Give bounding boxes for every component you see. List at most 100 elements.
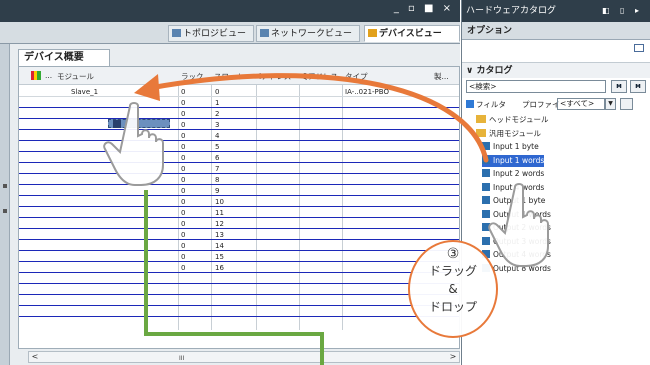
topology-icon — [172, 29, 181, 37]
header-i-address[interactable]: Iアドレス — [259, 71, 291, 82]
tab-network-view[interactable]: ネットワークビュー — [256, 25, 360, 42]
header-slot[interactable]: スロット — [214, 71, 244, 82]
cell-slot: 5 — [215, 143, 220, 151]
catalog-tree-item[interactable]: Output 1 words — [482, 209, 551, 221]
search-up-icon[interactable]: ᴍ — [630, 80, 646, 93]
header-type[interactable]: タイプ — [345, 71, 368, 82]
filter-checkbox[interactable]: フィルタ — [466, 99, 506, 111]
header-dots: ... — [45, 71, 53, 80]
catalog-section-header[interactable]: ∨ カタログ — [462, 62, 650, 78]
cell-slot: 15 — [215, 253, 224, 261]
cell-rack: 0 — [181, 253, 186, 261]
cell-rack: 0 — [181, 176, 186, 184]
catalog-tree-label: Output 4 words — [493, 250, 551, 259]
scroll-thumb[interactable]: III — [179, 355, 184, 362]
catalog-tree-label: ヘッドモジュール — [489, 115, 549, 124]
chevron-down-icon: ∨ — [466, 66, 477, 76]
table-row[interactable] — [19, 307, 459, 317]
cell-slot: 0 — [215, 88, 220, 96]
network-icon — [260, 29, 269, 37]
module-icon — [482, 155, 490, 164]
dragged-module-chip[interactable] — [108, 119, 170, 128]
filter-label: フィルタ — [476, 100, 506, 109]
options-section[interactable]: オプション — [462, 22, 650, 40]
collapse-marker — [3, 184, 7, 188]
catalog-tree-item[interactable]: Output 2 words — [482, 222, 551, 234]
catalog-tree-item[interactable]: Output 1 byte — [482, 195, 545, 207]
table-row[interactable]: Slave_1 0 0 IA-..021-PBO — [19, 87, 459, 97]
scroll-right-icon[interactable]: > — [447, 352, 459, 362]
table-row[interactable]: 04 — [19, 131, 459, 141]
module-icon — [482, 169, 490, 177]
checkbox-checked-icon[interactable] — [466, 100, 474, 108]
table-row[interactable]: 0 16 — [19, 263, 459, 273]
cell-slot: 11 — [215, 209, 224, 217]
search-down-icon[interactable]: ᴍ — [611, 80, 627, 93]
table-row[interactable]: 0 12 — [19, 219, 459, 229]
table-row[interactable]: 09 — [19, 186, 459, 196]
tab-device-overview[interactable]: デバイス概要 — [18, 49, 110, 66]
cell-rack: 0 — [181, 198, 186, 206]
table-row[interactable] — [19, 296, 459, 306]
table-row[interactable]: 06 — [19, 153, 459, 163]
table-row[interactable]: 02 — [19, 109, 459, 119]
cell-rack: 0 — [181, 99, 186, 107]
collapse-marker — [3, 209, 7, 213]
table-header: ... モジュール ラック スロット Iアドレス Qアドレス タイプ 製... — [19, 67, 459, 85]
catalog-tree-item[interactable]: Input 4 words — [482, 182, 544, 194]
catalog-tree-label: Input 1 byte — [493, 142, 539, 151]
window-controls[interactable]: _ ▫ ■ × — [394, 3, 454, 14]
catalog-tree-item[interactable]: Input 1 byte — [482, 141, 539, 153]
table-row[interactable]: 08 — [19, 175, 459, 185]
tab-topology-view[interactable]: トポロジビュー — [168, 25, 254, 42]
module-icon — [482, 223, 490, 231]
scroll-left-icon[interactable]: < — [29, 352, 41, 362]
catalog-tree-item[interactable]: Input 1 words — [482, 154, 545, 167]
table-row[interactable]: 0 14 — [19, 241, 459, 251]
header-module[interactable]: モジュール — [57, 71, 94, 82]
table-row[interactable]: 01 — [19, 98, 459, 108]
header-rack[interactable]: ラック — [181, 71, 204, 82]
table-row[interactable] — [19, 274, 459, 284]
table-row[interactable]: 03 — [19, 120, 459, 130]
cell-module: Slave_1 — [71, 88, 99, 96]
chevron-down-icon[interactable]: ▼ — [605, 98, 616, 110]
cell-rack: 0 — [181, 220, 186, 228]
editor-titlebar: _ ▫ ■ × — [0, 0, 460, 22]
catalog-controls[interactable]: ◧ ▯ ▸ — [602, 0, 643, 22]
catalog-tree-label: Output 1 words — [493, 209, 551, 219]
table-row[interactable]: 0 11 — [19, 208, 459, 218]
tab-device-label: デバイスビュー — [379, 29, 442, 39]
catalog-tree-item[interactable]: 汎用モジュール — [476, 128, 541, 140]
left-collapse-strip[interactable] — [0, 44, 10, 365]
cell-slot: 14 — [215, 242, 224, 250]
table-row[interactable]: 05 — [19, 142, 459, 152]
profile-settings-icon[interactable] — [620, 98, 633, 110]
table-row[interactable] — [19, 285, 459, 295]
table-row[interactable]: 07 — [19, 164, 459, 174]
table-row[interactable]: 0 10 — [19, 197, 459, 207]
catalog-tree-label: Output 8 words — [493, 263, 551, 273]
table-row[interactable]: 0 13 — [19, 230, 459, 240]
cell-slot: 7 — [215, 165, 220, 173]
catalog-tree-label: Output 1 byte — [493, 196, 546, 205]
header-manufacturer[interactable]: 製... — [434, 71, 449, 82]
header-q-address[interactable]: Qアドレス — [302, 71, 338, 82]
table-row[interactable]: 0 15 — [19, 252, 459, 262]
tab-device-view[interactable]: デバイスビュー — [364, 25, 460, 42]
cell-rack: 0 — [181, 165, 186, 173]
options-expand-icon[interactable] — [634, 44, 644, 52]
catalog-search-input[interactable]: <検索> — [466, 80, 606, 93]
horizontal-scrollbar[interactable]: < III > — [28, 351, 460, 363]
catalog-tree-item[interactable]: Input 2 words — [482, 168, 544, 180]
catalog-tree-item[interactable]: ヘッドモジュール — [476, 114, 548, 126]
step-text-and: & — [448, 282, 458, 296]
catalog-titlebar: ハードウェアカタログ ◧ ▯ ▸ — [462, 0, 650, 22]
cell-slot: 10 — [215, 198, 224, 206]
profile-select[interactable]: <すべて> — [557, 98, 605, 110]
cell-rack: 0 — [181, 88, 186, 96]
folder-icon — [476, 128, 486, 137]
cell-slot: 4 — [215, 132, 220, 140]
cell-slot: 9 — [215, 187, 220, 195]
cell-slot: 12 — [215, 220, 224, 228]
